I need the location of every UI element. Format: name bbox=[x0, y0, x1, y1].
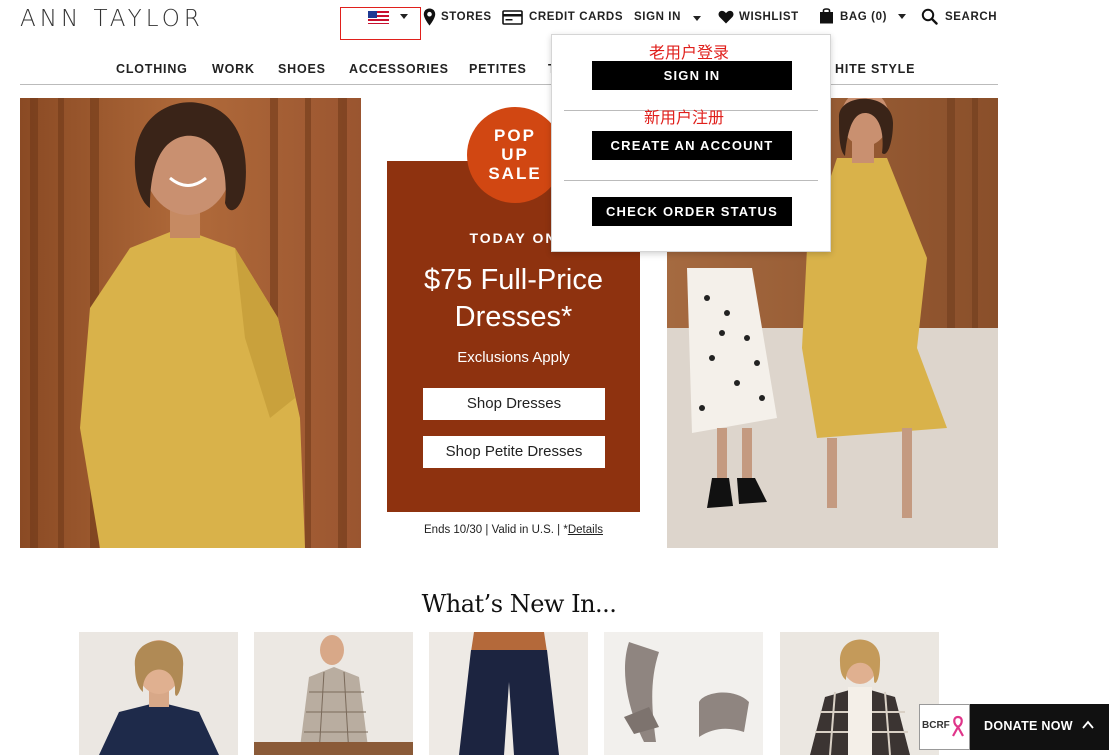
credit-card-icon bbox=[502, 10, 523, 25]
account-dropdown: 老用户登录 SIGN IN 新用户注册 CREATE AN ACCOUNT CH… bbox=[551, 34, 831, 252]
badge-line: POP bbox=[494, 126, 536, 145]
dropdown-divider bbox=[564, 180, 818, 181]
bag-link[interactable]: BAG (0) bbox=[840, 11, 887, 23]
stores-link[interactable]: STORES bbox=[441, 11, 492, 23]
chevron-down-icon[interactable] bbox=[693, 16, 701, 21]
search-icon bbox=[921, 8, 938, 25]
badge-line: UP bbox=[501, 145, 529, 164]
dropdown-sign-in-button[interactable]: SIGN IN bbox=[592, 61, 792, 90]
promo-headline: $75 Full-Price Dresses* bbox=[387, 262, 640, 336]
location-pin-icon bbox=[423, 8, 436, 26]
donate-now-label: DONATE NOW bbox=[984, 719, 1073, 733]
hero-photo-left[interactable] bbox=[20, 98, 361, 548]
donate-widget[interactable]: BCRF DONATE NOW bbox=[919, 704, 1109, 750]
nav-item-petites[interactable]: PETITES bbox=[469, 62, 527, 76]
promo-headline-line1: $75 Full-Price bbox=[424, 264, 603, 296]
nav-item-white-style[interactable]: HITE STYLE bbox=[835, 62, 915, 76]
badge-line: SALE bbox=[488, 164, 542, 183]
bcrf-logo-text: BCRF bbox=[922, 720, 950, 731]
nav-item-accessories[interactable]: ACCESSORIES bbox=[349, 62, 449, 76]
product-thumbnail[interactable] bbox=[79, 632, 238, 755]
shop-dresses-button[interactable]: Shop Dresses bbox=[423, 388, 605, 420]
promo-ends-text: Ends 10/30 | Valid in U.S. | * bbox=[424, 524, 568, 536]
nav-item-clothing[interactable]: CLOTHING bbox=[116, 62, 188, 76]
create-account-button[interactable]: CREATE AN ACCOUNT bbox=[592, 131, 792, 160]
ann-taylor-logo[interactable]: ANN TAYLOR bbox=[20, 6, 204, 32]
promo-exclusions: Exclusions Apply bbox=[457, 349, 570, 366]
promo-ends-note: Ends 10/30 | Valid in U.S. | *Details bbox=[387, 524, 640, 536]
product-thumbnail[interactable] bbox=[254, 632, 413, 755]
product-thumbnail[interactable] bbox=[429, 632, 588, 755]
bcrf-logo: BCRF bbox=[919, 704, 970, 750]
promo-headline-line2: Dresses* bbox=[454, 301, 573, 333]
chevron-down-icon[interactable] bbox=[898, 14, 906, 19]
country-selector[interactable] bbox=[340, 7, 421, 40]
shop-petite-dresses-button[interactable]: Shop Petite Dresses bbox=[423, 436, 605, 468]
search-link[interactable]: SEARCH bbox=[945, 11, 997, 23]
credit-cards-link[interactable]: CREDIT CARDS bbox=[529, 11, 623, 23]
annotation-new-user: 新用户注册 bbox=[644, 108, 725, 127]
heart-icon bbox=[718, 10, 734, 24]
annotation-existing-user: 老用户登录 bbox=[649, 43, 730, 62]
sign-in-link[interactable]: SIGN IN bbox=[634, 11, 681, 23]
us-flag-icon bbox=[368, 11, 389, 24]
wishlist-link[interactable]: WISHLIST bbox=[739, 11, 799, 23]
product-thumbnail[interactable] bbox=[604, 632, 763, 755]
whats-new-heading: What’s New In... bbox=[421, 590, 617, 618]
main-navigation: CLOTHING WORK SHOES ACCESSORIES PETITES … bbox=[20, 62, 998, 85]
chevron-up-icon bbox=[1082, 720, 1094, 729]
product-thumbnail[interactable] bbox=[780, 632, 939, 755]
nav-item-work[interactable]: WORK bbox=[212, 62, 255, 76]
details-link[interactable]: Details bbox=[568, 524, 603, 536]
check-order-status-button[interactable]: CHECK ORDER STATUS bbox=[592, 197, 792, 226]
shopping-bag-icon bbox=[820, 8, 833, 24]
chevron-down-icon bbox=[400, 14, 408, 19]
nav-item-shoes[interactable]: SHOES bbox=[278, 62, 326, 76]
pink-ribbon-icon bbox=[952, 715, 964, 737]
pop-up-sale-badge: POP UP SALE bbox=[467, 107, 563, 203]
